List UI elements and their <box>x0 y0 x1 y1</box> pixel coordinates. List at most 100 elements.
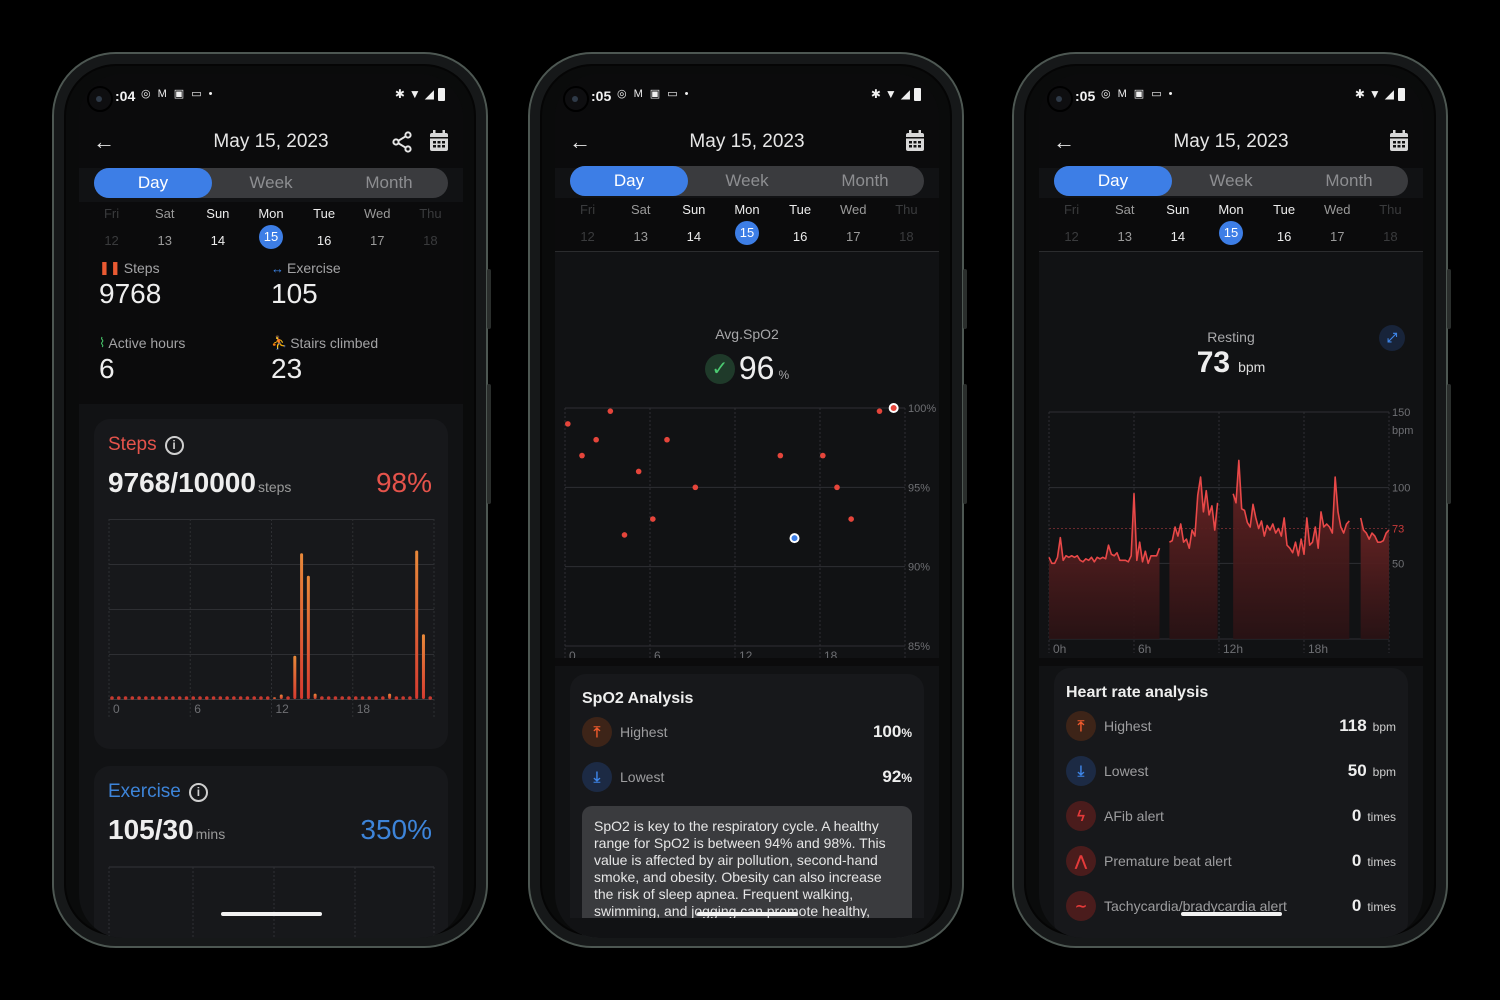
home-indicator[interactable] <box>1181 912 1282 916</box>
day-tue[interactable]: Tue 16 <box>298 202 351 252</box>
day-sat[interactable]: Sat 13 <box>1098 198 1151 251</box>
calendar-button[interactable] <box>905 130 927 154</box>
summary-value: 105 <box>271 278 318 309</box>
step-bar <box>401 696 405 700</box>
step-bar <box>320 696 324 700</box>
day-mon[interactable]: Mon 15 <box>1204 198 1257 251</box>
y-tick-label: 95% <box>908 482 930 494</box>
day-name: Thu <box>895 202 918 217</box>
day-thu[interactable]: Thu 18 <box>404 202 457 252</box>
step-bar <box>204 696 209 700</box>
share-button[interactable] <box>391 130 413 154</box>
heart-rate-area <box>1169 477 1218 639</box>
day-thu[interactable]: Thu 18 <box>880 198 933 251</box>
summary-value: 23 <box>271 353 303 384</box>
analysis-row: ⋀ Premature beat alert 0 times <box>1066 845 1396 877</box>
day-tue[interactable]: Tue 16 <box>1258 198 1311 251</box>
day-fri[interactable]: Fri 12 <box>85 202 138 252</box>
step-bar <box>157 696 162 700</box>
bluetooth-icon: ✱ <box>394 87 405 101</box>
day-sun[interactable]: Sun 14 <box>667 198 720 251</box>
row-label: Premature beat alert <box>1104 853 1232 869</box>
tab-week[interactable]: Week <box>1172 166 1290 196</box>
day-thu[interactable]: Thu 18 <box>1364 198 1417 251</box>
spo2-point <box>650 516 656 522</box>
steps-card[interactable]: Steps i 9768/10000 steps 98% 0 6 12 18 <box>94 419 448 749</box>
spo2-point <box>579 452 585 459</box>
outlook-icon: ▣ <box>649 88 661 100</box>
day-mon[interactable]: Mon 15 <box>720 198 773 251</box>
period-tabs: Day Week Month <box>94 168 448 198</box>
avg-spo2-unit: % <box>778 368 790 382</box>
row-unit: % <box>901 771 912 785</box>
resting-unit: bpm <box>1238 359 1266 375</box>
step-bar <box>313 693 317 699</box>
step-bar <box>116 696 121 700</box>
tab-month[interactable]: Month <box>806 166 924 196</box>
x-tick-label: 12 <box>276 702 290 716</box>
arrow-up-to-line-icon: ⤒ <box>1066 711 1096 741</box>
day-wed[interactable]: Wed 17 <box>827 198 880 251</box>
summary-exercise[interactable]: ↔ Exercise 105 <box>271 260 441 310</box>
tab-month[interactable]: Month <box>330 168 448 198</box>
home-indicator[interactable] <box>221 912 322 916</box>
battery-icon <box>914 87 921 101</box>
step-bar <box>367 696 372 700</box>
step-bar <box>232 696 236 700</box>
resting-heart-rate: 73 bpm <box>1039 346 1423 380</box>
tab-day[interactable]: Day <box>1054 166 1172 196</box>
tab-week[interactable]: Week <box>688 166 806 196</box>
info-icon[interactable]: i <box>188 782 208 802</box>
expand-button[interactable]: ⤢ <box>1379 325 1405 351</box>
day-sun[interactable]: Sun 14 <box>1151 198 1204 251</box>
day-name: Tue <box>789 202 812 217</box>
home-indicator[interactable] <box>697 912 798 916</box>
info-icon[interactable]: i <box>164 435 184 455</box>
day-date: 13 <box>1117 229 1132 244</box>
day-sat[interactable]: Sat 13 <box>138 202 191 252</box>
spo2-point <box>876 408 883 414</box>
step-bar <box>245 696 250 700</box>
day-name: Wed <box>840 202 867 217</box>
day-wed[interactable]: Wed 17 <box>1311 198 1364 251</box>
spo2-point <box>820 452 826 459</box>
card-icon: ▭ <box>1151 88 1162 100</box>
row-unit: times <box>1367 855 1396 869</box>
tab-day[interactable]: Day <box>570 166 688 196</box>
step-bar <box>164 696 168 700</box>
notification-dot-icon: • <box>1168 88 1173 100</box>
day-mon[interactable]: Mon 15 <box>244 202 297 252</box>
day-tue[interactable]: Tue 16 <box>774 198 827 251</box>
day-fri[interactable]: Fri 12 <box>1045 198 1098 251</box>
calendar-button[interactable] <box>1389 130 1411 154</box>
summary-steps[interactable]: ❚❚ Steps 9768 <box>99 260 269 310</box>
summary-stairs[interactable]: ⛹ Stairs climbed 23 <box>271 335 441 385</box>
calendar-icon <box>906 130 924 151</box>
day-fri[interactable]: Fri 12 <box>561 198 614 251</box>
x-tick-label: 18 <box>357 702 371 716</box>
calendar-button[interactable] <box>429 130 451 154</box>
day-wed[interactable]: Wed 17 <box>351 202 404 252</box>
y-unit-label: bpm <box>1392 425 1413 437</box>
day-date: 12 <box>104 233 119 248</box>
row-value: 92 <box>882 767 902 786</box>
tab-day[interactable]: Day <box>94 168 212 198</box>
day-name: Wed <box>1324 202 1351 217</box>
row-value: 50 <box>1347 761 1367 780</box>
wave-icon: ∼ <box>1066 891 1096 921</box>
avg-spo2-value: 96 <box>738 350 775 386</box>
day-sat[interactable]: Sat 13 <box>614 198 667 251</box>
y-tick-label: 50 <box>1392 558 1404 570</box>
tab-week[interactable]: Week <box>212 168 330 198</box>
step-bar <box>286 696 290 700</box>
step-bar <box>211 696 216 700</box>
day-sun[interactable]: Sun 14 <box>191 202 244 252</box>
analysis-title: Heart rate analysis <box>1066 684 1209 701</box>
step-bar <box>150 696 155 700</box>
tab-month[interactable]: Month <box>1290 166 1408 196</box>
wifi-icon: ▼ <box>884 87 897 101</box>
date-title: May 15, 2023 <box>689 131 805 152</box>
summary-active-hours[interactable]: ⌇ Active hours 6 <box>99 335 269 385</box>
summary-label: Exercise <box>287 260 341 276</box>
step-bar <box>265 696 270 700</box>
